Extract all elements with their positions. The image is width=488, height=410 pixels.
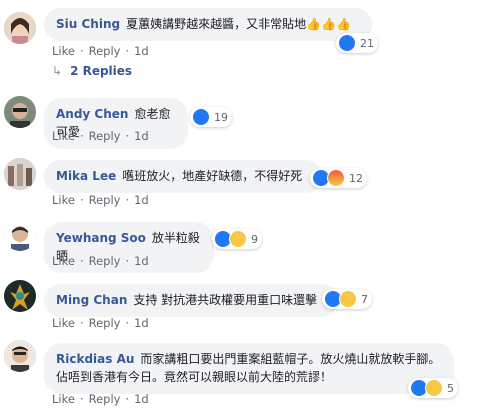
comment-bubble: Mika Lee 嚿班放火，地產好缺德，不得好死 (44, 160, 322, 193)
reaction-count: 19 (214, 110, 228, 124)
comment-actions: Like · Reply · 1d (52, 129, 149, 143)
haha-reaction-icon (339, 290, 357, 308)
like-link[interactable]: Like (52, 193, 75, 207)
avatar[interactable] (4, 340, 36, 372)
comment-text: 夏蕙姨講野越來越醬，又非常貼地 (126, 17, 307, 31)
reaction-summary[interactable]: 19 (190, 107, 232, 127)
reply-link[interactable]: Reply (89, 254, 121, 268)
timestamp[interactable]: 1d (134, 254, 149, 268)
avatar[interactable] (4, 219, 36, 251)
thumbs-up-emoji: 👍👍👍 (306, 17, 351, 31)
like-link[interactable]: Like (52, 129, 75, 143)
reply-arrow-icon: ↳ (52, 64, 63, 78)
like-link[interactable]: Like (52, 254, 75, 268)
like-link[interactable]: Like (52, 44, 75, 58)
like-link[interactable]: Like (52, 316, 75, 330)
avatar[interactable] (4, 158, 36, 190)
comment-actions: Like · Reply · 1d (52, 44, 149, 58)
avatar[interactable] (4, 96, 36, 128)
comment-bubble: Rickdias Au 而家講粗口要出門重案組藍帽子。放火燒山就放軟手腳。佔唔到香… (44, 343, 454, 394)
avatar[interactable] (4, 280, 36, 312)
reaction-summary[interactable]: 21 (336, 33, 378, 53)
author-name[interactable]: Andy Chen (56, 107, 128, 121)
timestamp[interactable]: 1d (134, 392, 149, 406)
reply-link[interactable]: Reply (89, 44, 121, 58)
author-name[interactable]: Yewhang Soo (56, 231, 146, 245)
reply-link[interactable]: Reply (89, 392, 121, 406)
view-replies-link[interactable]: ↳ 2 Replies (52, 64, 132, 78)
comment-text: 嚿班放火，地產好缺德，不得好死 (122, 169, 303, 183)
author-name[interactable]: Rickdias Au (56, 352, 134, 366)
reaction-summary[interactable]: 12 (310, 168, 367, 188)
reaction-count: 12 (349, 171, 363, 185)
timestamp[interactable]: 1d (134, 193, 149, 207)
reaction-count: 7 (361, 292, 368, 306)
replies-label[interactable]: 2 Replies (70, 64, 132, 78)
angry-reaction-icon (327, 169, 345, 187)
reaction-count: 21 (360, 36, 374, 50)
author-name[interactable]: Ming Chan (56, 293, 127, 307)
like-link[interactable]: Like (52, 392, 75, 406)
like-reaction-icon (338, 34, 356, 52)
reply-link[interactable]: Reply (89, 193, 121, 207)
comment-actions: Like · Reply · 1d (52, 316, 149, 330)
comment-actions: Like · Reply · 1d (52, 254, 149, 268)
timestamp[interactable]: 1d (134, 129, 149, 143)
comment-bubble: Siu Ching 夏蕙姨講野越來越醬，又非常貼地👍👍👍 (44, 8, 372, 41)
author-name[interactable]: Mika Lee (56, 169, 116, 183)
author-name[interactable]: Siu Ching (56, 17, 120, 31)
comment-text: 支持 對抗港共政權要用重口味還擊 (133, 293, 318, 307)
reaction-summary[interactable]: 7 (322, 289, 372, 309)
reaction-summary[interactable]: 5 (408, 378, 458, 398)
timestamp[interactable]: 1d (134, 316, 149, 330)
reaction-count: 5 (447, 381, 454, 395)
timestamp[interactable]: 1d (134, 44, 149, 58)
reply-link[interactable]: Reply (89, 316, 121, 330)
comment-actions: Like · Reply · 1d (52, 193, 149, 207)
like-reaction-icon (192, 108, 210, 126)
comment-bubble: Ming Chan 支持 對抗港共政權要用重口味還擊 (44, 284, 338, 317)
reaction-count: 9 (251, 232, 258, 246)
reply-link[interactable]: Reply (89, 129, 121, 143)
reaction-summary[interactable]: 9 (212, 229, 262, 249)
comment-actions: Like · Reply · 1d (52, 392, 149, 406)
avatar[interactable] (4, 12, 36, 44)
sad-reaction-icon (425, 379, 443, 397)
haha-reaction-icon (229, 230, 247, 248)
